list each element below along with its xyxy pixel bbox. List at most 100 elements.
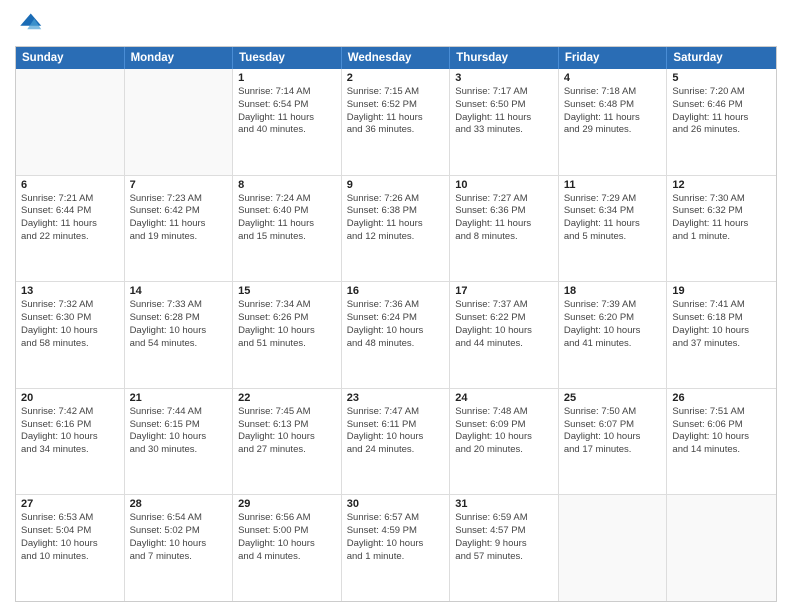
day-of-week-header: Friday bbox=[559, 47, 668, 69]
calendar-cell: 13Sunrise: 7:32 AMSunset: 6:30 PMDayligh… bbox=[16, 282, 125, 388]
day-number: 28 bbox=[130, 498, 228, 510]
calendar-cell: 2Sunrise: 7:15 AMSunset: 6:52 PMDaylight… bbox=[342, 69, 451, 175]
cell-line: Sunrise: 7:45 AM bbox=[238, 406, 336, 419]
day-number: 2 bbox=[347, 72, 445, 84]
cell-line: Daylight: 10 hours bbox=[347, 538, 445, 551]
cell-line: Daylight: 11 hours bbox=[347, 218, 445, 231]
day-number: 18 bbox=[564, 285, 662, 297]
calendar-week-row: 27Sunrise: 6:53 AMSunset: 5:04 PMDayligh… bbox=[16, 495, 776, 601]
calendar-cell: 18Sunrise: 7:39 AMSunset: 6:20 PMDayligh… bbox=[559, 282, 668, 388]
calendar-cell: 22Sunrise: 7:45 AMSunset: 6:13 PMDayligh… bbox=[233, 389, 342, 495]
cell-line: Sunset: 6:06 PM bbox=[672, 419, 771, 432]
calendar-week-row: 13Sunrise: 7:32 AMSunset: 6:30 PMDayligh… bbox=[16, 282, 776, 389]
day-number: 15 bbox=[238, 285, 336, 297]
day-of-week-header: Wednesday bbox=[342, 47, 451, 69]
cell-line: and 10 minutes. bbox=[21, 551, 119, 564]
cell-line: and 48 minutes. bbox=[347, 338, 445, 351]
calendar-cell: 7Sunrise: 7:23 AMSunset: 6:42 PMDaylight… bbox=[125, 176, 234, 282]
cell-line: Sunset: 5:04 PM bbox=[21, 525, 119, 538]
calendar-cell: 25Sunrise: 7:50 AMSunset: 6:07 PMDayligh… bbox=[559, 389, 668, 495]
cell-line: Sunset: 6:22 PM bbox=[455, 312, 553, 325]
day-of-week-header: Sunday bbox=[16, 47, 125, 69]
cell-line: and 29 minutes. bbox=[564, 124, 662, 137]
cell-line: Sunset: 6:46 PM bbox=[672, 99, 771, 112]
cell-line: and 15 minutes. bbox=[238, 231, 336, 244]
calendar-week-row: 1Sunrise: 7:14 AMSunset: 6:54 PMDaylight… bbox=[16, 69, 776, 176]
cell-line: Sunrise: 7:14 AM bbox=[238, 86, 336, 99]
cell-line: Sunset: 6:26 PM bbox=[238, 312, 336, 325]
cell-line: Daylight: 11 hours bbox=[455, 218, 553, 231]
page: SundayMondayTuesdayWednesdayThursdayFrid… bbox=[0, 0, 792, 612]
calendar-cell: 17Sunrise: 7:37 AMSunset: 6:22 PMDayligh… bbox=[450, 282, 559, 388]
calendar-cell: 28Sunrise: 6:54 AMSunset: 5:02 PMDayligh… bbox=[125, 495, 234, 601]
cell-line: and 22 minutes. bbox=[21, 231, 119, 244]
calendar-cell: 5Sunrise: 7:20 AMSunset: 6:46 PMDaylight… bbox=[667, 69, 776, 175]
day-number: 19 bbox=[672, 285, 771, 297]
cell-line: Sunrise: 7:42 AM bbox=[21, 406, 119, 419]
calendar-cell: 1Sunrise: 7:14 AMSunset: 6:54 PMDaylight… bbox=[233, 69, 342, 175]
calendar-cell: 20Sunrise: 7:42 AMSunset: 6:16 PMDayligh… bbox=[16, 389, 125, 495]
day-number: 1 bbox=[238, 72, 336, 84]
calendar-cell: 4Sunrise: 7:18 AMSunset: 6:48 PMDaylight… bbox=[559, 69, 668, 175]
logo-icon bbox=[15, 10, 43, 38]
calendar-cell: 9Sunrise: 7:26 AMSunset: 6:38 PMDaylight… bbox=[342, 176, 451, 282]
cell-line: Sunset: 6:13 PM bbox=[238, 419, 336, 432]
cell-line: and 17 minutes. bbox=[564, 444, 662, 457]
cell-line: and 54 minutes. bbox=[130, 338, 228, 351]
day-number: 17 bbox=[455, 285, 553, 297]
cell-line: Sunrise: 6:54 AM bbox=[130, 512, 228, 525]
calendar-cell: 21Sunrise: 7:44 AMSunset: 6:15 PMDayligh… bbox=[125, 389, 234, 495]
cell-line: Sunset: 6:24 PM bbox=[347, 312, 445, 325]
cell-line: Sunset: 6:36 PM bbox=[455, 205, 553, 218]
cell-line: Sunrise: 7:32 AM bbox=[21, 299, 119, 312]
day-number: 21 bbox=[130, 392, 228, 404]
day-number: 7 bbox=[130, 179, 228, 191]
cell-line: Sunset: 6:07 PM bbox=[564, 419, 662, 432]
day-of-week-header: Thursday bbox=[450, 47, 559, 69]
calendar-cell: 23Sunrise: 7:47 AMSunset: 6:11 PMDayligh… bbox=[342, 389, 451, 495]
cell-line: Daylight: 10 hours bbox=[21, 538, 119, 551]
calendar-cell bbox=[16, 69, 125, 175]
cell-line: and 4 minutes. bbox=[238, 551, 336, 564]
cell-line: Sunrise: 7:24 AM bbox=[238, 193, 336, 206]
cell-line: Daylight: 11 hours bbox=[130, 218, 228, 231]
day-number: 13 bbox=[21, 285, 119, 297]
header bbox=[15, 10, 777, 38]
cell-line: and 57 minutes. bbox=[455, 551, 553, 564]
cell-line: and 37 minutes. bbox=[672, 338, 771, 351]
cell-line: Sunset: 6:20 PM bbox=[564, 312, 662, 325]
calendar-body: 1Sunrise: 7:14 AMSunset: 6:54 PMDaylight… bbox=[16, 69, 776, 601]
calendar-cell: 8Sunrise: 7:24 AMSunset: 6:40 PMDaylight… bbox=[233, 176, 342, 282]
calendar-cell: 12Sunrise: 7:30 AMSunset: 6:32 PMDayligh… bbox=[667, 176, 776, 282]
cell-line: Daylight: 10 hours bbox=[455, 325, 553, 338]
cell-line: Sunrise: 7:21 AM bbox=[21, 193, 119, 206]
cell-line: Sunrise: 7:41 AM bbox=[672, 299, 771, 312]
cell-line: Sunset: 6:32 PM bbox=[672, 205, 771, 218]
cell-line: Sunset: 6:52 PM bbox=[347, 99, 445, 112]
cell-line: Daylight: 10 hours bbox=[130, 431, 228, 444]
cell-line: Daylight: 10 hours bbox=[347, 431, 445, 444]
cell-line: and 7 minutes. bbox=[130, 551, 228, 564]
cell-line: Sunset: 5:02 PM bbox=[130, 525, 228, 538]
cell-line: Sunrise: 6:59 AM bbox=[455, 512, 553, 525]
cell-line: Sunrise: 6:56 AM bbox=[238, 512, 336, 525]
cell-line: Sunrise: 7:30 AM bbox=[672, 193, 771, 206]
calendar: SundayMondayTuesdayWednesdayThursdayFrid… bbox=[15, 46, 777, 602]
cell-line: Sunset: 4:59 PM bbox=[347, 525, 445, 538]
cell-line: Sunrise: 7:50 AM bbox=[564, 406, 662, 419]
cell-line: and 51 minutes. bbox=[238, 338, 336, 351]
cell-line: and 44 minutes. bbox=[455, 338, 553, 351]
logo bbox=[15, 10, 45, 38]
calendar-header: SundayMondayTuesdayWednesdayThursdayFrid… bbox=[16, 47, 776, 69]
cell-line: Daylight: 10 hours bbox=[21, 431, 119, 444]
cell-line: Daylight: 11 hours bbox=[21, 218, 119, 231]
cell-line: Sunrise: 7:51 AM bbox=[672, 406, 771, 419]
calendar-week-row: 20Sunrise: 7:42 AMSunset: 6:16 PMDayligh… bbox=[16, 389, 776, 496]
cell-line: Sunrise: 7:48 AM bbox=[455, 406, 553, 419]
cell-line: Daylight: 10 hours bbox=[238, 538, 336, 551]
cell-line: Daylight: 10 hours bbox=[564, 431, 662, 444]
cell-line: Sunrise: 7:39 AM bbox=[564, 299, 662, 312]
day-of-week-header: Monday bbox=[125, 47, 234, 69]
calendar-cell: 16Sunrise: 7:36 AMSunset: 6:24 PMDayligh… bbox=[342, 282, 451, 388]
cell-line: Sunrise: 7:20 AM bbox=[672, 86, 771, 99]
